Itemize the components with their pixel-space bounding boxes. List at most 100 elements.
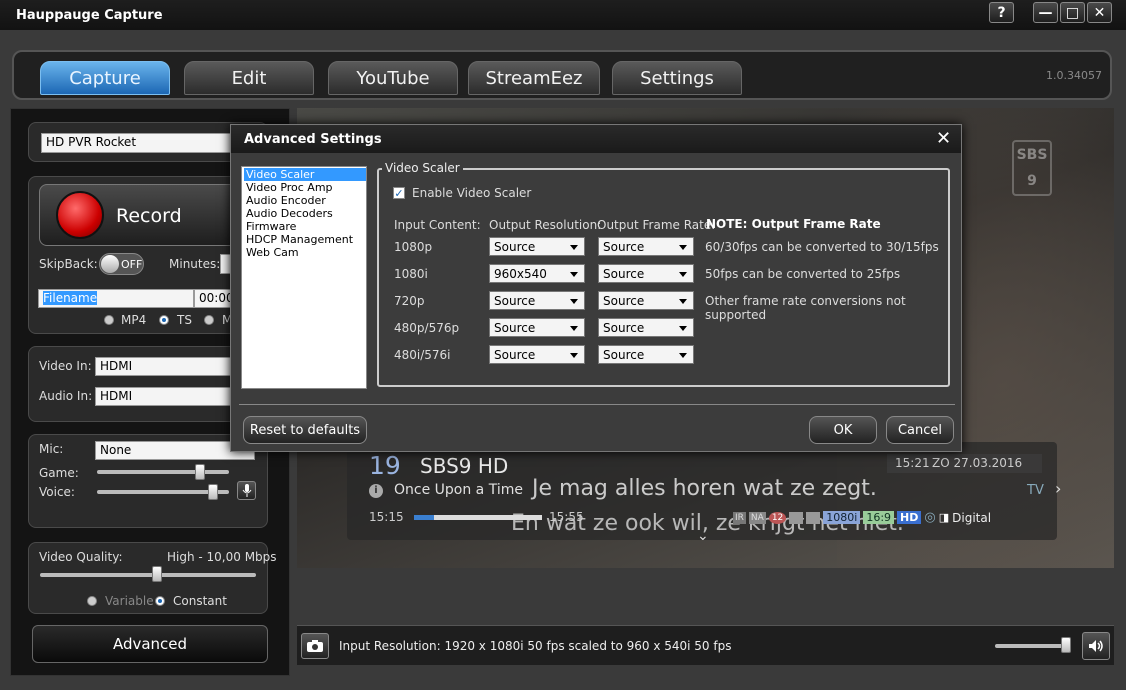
volume-slider-thumb[interactable] [1061, 637, 1072, 653]
app-title: Hauppauge Capture [16, 8, 163, 23]
format-ts-radio[interactable] [159, 315, 169, 325]
clock: 15:21 [895, 456, 930, 470]
chevron-down-icon: ⌄ [697, 528, 709, 544]
snapshot-button[interactable] [301, 633, 329, 659]
audio-in-label: Audio In: [39, 389, 93, 403]
framerate-select-1080i[interactable]: Source [598, 264, 694, 283]
toggle-knob [101, 255, 119, 273]
row-input-480p: 480p/576p [394, 321, 460, 335]
resolution-select-720p[interactable]: Source [489, 291, 585, 310]
video-in-label: Video In: [39, 359, 92, 373]
start-time: 15:15 [369, 510, 404, 524]
format-m-radio[interactable] [204, 315, 214, 325]
channel-name: SBS9 HD [420, 454, 509, 478]
quality-slider[interactable] [40, 573, 256, 577]
row-input-720p: 720p [394, 294, 425, 308]
mute-button[interactable] [1082, 632, 1110, 660]
skipback-state: OFF [121, 258, 143, 271]
game-slider[interactable] [97, 470, 229, 474]
framerate-select-480i[interactable]: Source [598, 345, 694, 364]
badge-row: IR NA 12 1080i 16:9 HD ◎ ◨ Digital [733, 510, 991, 525]
close-button[interactable]: ✕ [1087, 2, 1112, 23]
advanced-button[interactable]: Advanced [32, 625, 268, 663]
badge-na: NA [748, 511, 766, 524]
constant-radio[interactable] [155, 596, 165, 606]
dialog-divider [239, 404, 955, 405]
resolution-select-1080p[interactable]: Source [489, 237, 585, 256]
mic-button[interactable] [237, 481, 256, 500]
volume-slider[interactable] [995, 644, 1070, 648]
framerate-select-1080p[interactable]: Source [598, 237, 694, 256]
badge-resolution: 1080i [823, 511, 861, 524]
minutes-label: Minutes: [169, 257, 221, 271]
row-input-1080p: 1080p [394, 240, 433, 254]
header-output-frame-rate: Output Frame Rate: [597, 218, 716, 232]
help-button[interactable]: ? [989, 2, 1014, 23]
row-input-480i: 480i/576i [394, 348, 451, 362]
game-slider-thumb[interactable] [194, 464, 205, 480]
game-label: Game: [39, 466, 79, 480]
framerate-select-720p[interactable]: Source [598, 291, 694, 310]
row-note-1080p: 60/30fps can be converted to 30/15fps [705, 240, 939, 254]
reset-defaults-button[interactable]: Reset to defaults [243, 416, 367, 444]
cancel-button[interactable]: Cancel [886, 416, 954, 444]
record-label: Record [116, 205, 182, 227]
maximize-button[interactable]: □ [1060, 2, 1085, 23]
date: ZO 27.03.2016 [932, 456, 1023, 470]
nav-audio-decoders[interactable]: Audio Decoders [244, 207, 366, 220]
framerate-select-480p[interactable]: Source [598, 318, 694, 337]
status-text: Input Resolution: 1920 x 1080i 50 fps sc… [339, 639, 732, 653]
info-icon: i [369, 484, 383, 498]
program-progress [414, 515, 542, 520]
speaker-icon [1089, 640, 1103, 652]
nav-firmware[interactable]: Firmware [244, 220, 366, 233]
resolution-select-480i[interactable]: Source [489, 345, 585, 364]
tab-edit[interactable]: Edit [184, 61, 314, 95]
ok-button[interactable]: OK [809, 416, 877, 444]
dialog-title: Advanced Settings [244, 132, 382, 147]
enable-scaler-checkbox[interactable]: ✓ [393, 187, 405, 199]
filename-input[interactable]: Filename [38, 289, 194, 308]
nav-hdcp-management[interactable]: HDCP Management [244, 233, 366, 246]
variable-radio[interactable] [87, 596, 97, 606]
dolby-icon: ◎ [924, 510, 936, 525]
audio-in-select[interactable]: HDMI [95, 387, 235, 406]
resolution-select-1080i[interactable]: 960x540 [489, 264, 585, 283]
time-field: 00:00: [194, 289, 232, 308]
row-note-720p: Other frame rate conversions not support… [705, 294, 906, 322]
title-bar [0, 0, 1126, 30]
nav-video-proc-amp[interactable]: Video Proc Amp [244, 181, 366, 194]
tab-settings[interactable]: Settings [612, 61, 742, 95]
row-input-1080i: 1080i [394, 267, 428, 281]
badge-digital: Digital [952, 510, 992, 525]
nav-audio-encoder[interactable]: Audio Encoder [244, 194, 366, 207]
quality-slider-thumb[interactable] [151, 566, 162, 582]
skipback-toggle[interactable]: OFF [99, 253, 144, 275]
chevron-right-icon: › [1055, 479, 1062, 498]
resolution-select-480p[interactable]: Source [489, 318, 585, 337]
tab-streameez[interactable]: StreamEez [468, 61, 600, 95]
badge-ir: IR [733, 511, 746, 524]
record-icon [56, 191, 104, 239]
badge-aspect: 16:9 [863, 511, 895, 524]
device-select[interactable]: HD PVR Rocket [41, 133, 241, 153]
minimize-button[interactable]: — [1033, 2, 1058, 23]
version-label: 1.0.34057 [1046, 69, 1102, 82]
dolby-digital-icon: ◨ [938, 511, 950, 524]
video-in-select[interactable]: HDMI [95, 357, 235, 376]
badge-age: 12 [768, 511, 787, 524]
dialog-close-icon[interactable]: ✕ [936, 128, 951, 149]
nav-web-cam[interactable]: Web Cam [244, 246, 366, 259]
tab-capture[interactable]: Capture [40, 61, 170, 95]
settings-nav-list: Video Scaler Video Proc Amp Audio Encode… [241, 166, 367, 389]
nav-video-scaler[interactable]: Video Scaler [244, 168, 366, 181]
voice-slider-thumb[interactable] [208, 484, 219, 500]
header-input-content: Input Content: [394, 218, 481, 232]
subtitle-line-1: Je mag alles horen wat ze zegt. [532, 476, 877, 501]
tab-youtube[interactable]: YouTube [328, 61, 458, 95]
end-time: 15:55 [549, 510, 584, 524]
header-output-resolution: Output Resolution: [489, 218, 602, 232]
format-mp4-radio[interactable] [104, 315, 114, 325]
channel-logo: SBS 9 [1012, 140, 1052, 196]
filename-text: Filename [43, 291, 98, 305]
